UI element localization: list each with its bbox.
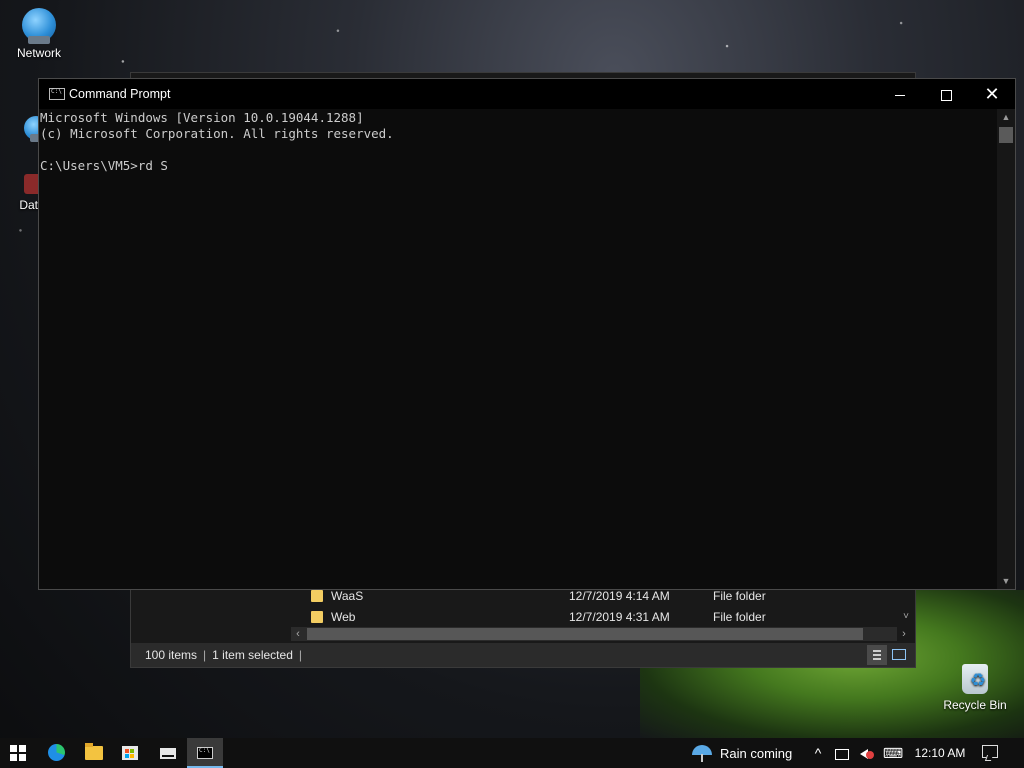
mute-indicator-icon	[866, 751, 874, 759]
mail-icon	[160, 748, 176, 759]
folder-icon	[311, 589, 323, 602]
desktop-icon-network[interactable]: Network	[2, 8, 76, 60]
file-date: 12/7/2019 4:31 AM	[569, 609, 670, 624]
taskbar-command-prompt[interactable]	[187, 738, 223, 768]
file-name: WaaS	[331, 588, 364, 603]
file-explorer-icon	[85, 743, 103, 760]
taskbar-edge[interactable]	[38, 738, 74, 768]
windows-logo-icon	[10, 745, 26, 761]
scroll-up-arrow[interactable]: ▲	[997, 109, 1015, 125]
taskbar-file-explorer[interactable]	[76, 738, 112, 768]
command-prompt-window[interactable]: Command Prompt ✕ Microsoft Windows [Vers…	[38, 78, 1016, 590]
large-icons-view-button[interactable]	[889, 645, 909, 665]
network-status-icon[interactable]	[832, 738, 852, 768]
folder-icon	[311, 610, 323, 623]
edge-icon	[48, 744, 65, 761]
taskbar-store[interactable]	[112, 738, 148, 768]
umbrella-rain-icon	[690, 745, 714, 762]
weather-widget[interactable]: Rain coming	[690, 738, 792, 768]
vertical-scrollbar[interactable]: ▲ ▼	[997, 109, 1015, 589]
file-list: WaaS 12/7/2019 4:14 AM File folder Web 1…	[291, 585, 911, 627]
keyboard-icon[interactable]: ⌨	[880, 738, 906, 768]
status-separator: |	[298, 648, 302, 662]
network-icon	[22, 8, 56, 44]
scroll-left-arrow[interactable]: ‹	[291, 627, 305, 641]
store-icon	[122, 746, 138, 760]
file-name: Web	[331, 609, 356, 624]
weather-text: Rain coming	[720, 745, 793, 761]
taskbar-mail[interactable]	[150, 738, 186, 768]
maximize-button[interactable]	[923, 79, 969, 109]
scroll-down-arrow[interactable]: ˅	[899, 611, 913, 625]
table-row[interactable]: Web 12/7/2019 4:31 AM File folder	[291, 606, 911, 627]
minimize-button[interactable]	[877, 79, 923, 109]
selection-count: 1 item selected	[212, 648, 293, 662]
notifications-icon[interactable]	[982, 745, 998, 758]
scroll-right-arrow[interactable]: ›	[897, 627, 911, 641]
file-type: File folder	[713, 588, 766, 603]
horizontal-scrollbar[interactable]: ‹ ›	[291, 627, 906, 641]
close-button[interactable]: ✕	[969, 79, 1015, 109]
details-view-button[interactable]	[867, 645, 887, 665]
taskbar-clock[interactable]: 12:10 AM	[908, 738, 972, 768]
status-bar: 100 items | 1 item selected |	[131, 643, 915, 667]
taskbar: Rain coming ^ ⌨ 12:10 AM	[0, 738, 1024, 768]
item-count: 100 items	[145, 648, 198, 662]
recycle-bin-icon	[962, 664, 988, 694]
scroll-down-arrow[interactable]: ▼	[997, 573, 1015, 589]
desktop-icon-recycle-bin[interactable]: Recycle Bin	[938, 664, 1012, 712]
desktop-icon-label: Network	[16, 46, 61, 60]
window-title: Command Prompt	[69, 87, 171, 101]
title-bar[interactable]: Command Prompt ✕	[39, 79, 1015, 109]
desktop-icon-label: Recycle Bin	[943, 698, 1007, 712]
show-hidden-icons-chevron[interactable]: ^	[810, 738, 826, 768]
command-prompt-icon	[197, 747, 213, 759]
console-output[interactable]: Microsoft Windows [Version 10.0.19044.12…	[40, 110, 996, 588]
file-date: 12/7/2019 4:14 AM	[569, 588, 670, 603]
cmd-app-icon[interactable]	[49, 88, 65, 100]
file-type: File folder	[713, 609, 766, 624]
scrollbar-thumb[interactable]	[307, 628, 863, 640]
start-button[interactable]	[0, 738, 36, 768]
scrollbar-thumb[interactable]	[999, 127, 1013, 143]
